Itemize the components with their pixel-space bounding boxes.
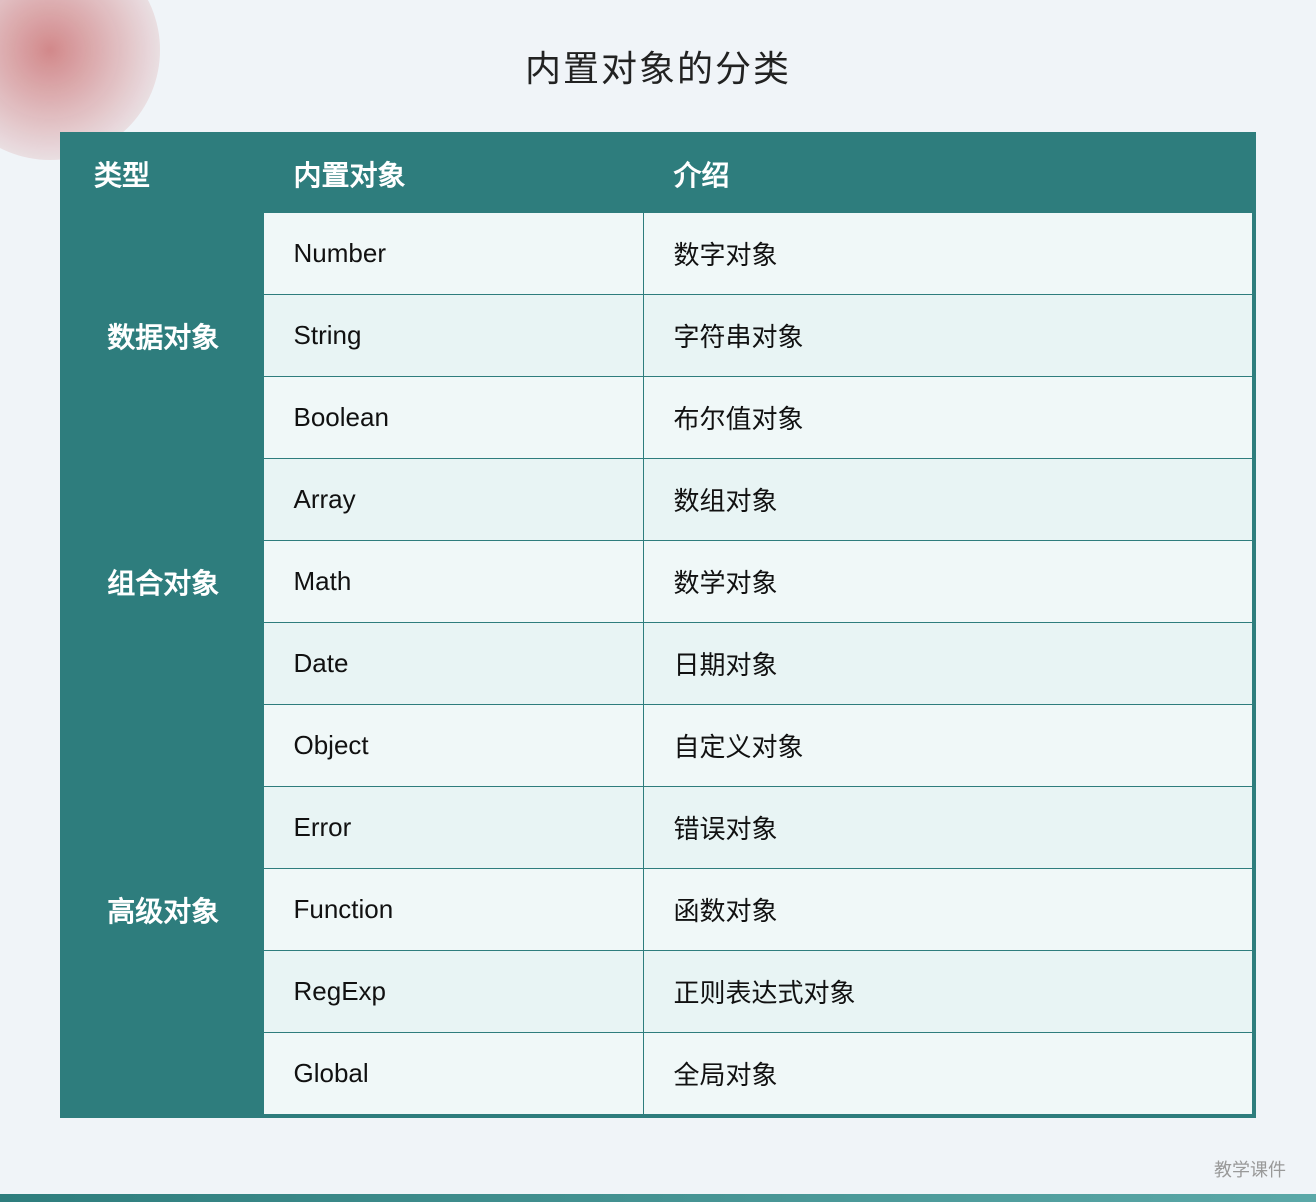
classification-table: 类型 内置对象 介绍 数据对象Number数字对象String字符串对象Bool… <box>62 134 1254 1116</box>
table-row: 高级对象Object自定义对象 <box>63 705 1253 787</box>
description-cell: 全局对象 <box>643 1033 1253 1116</box>
object-name-cell: Error <box>263 787 643 869</box>
object-name-cell: RegExp <box>263 951 643 1033</box>
header-desc: 介绍 <box>643 135 1253 213</box>
main-table-wrapper: 类型 内置对象 介绍 数据对象Number数字对象String字符串对象Bool… <box>60 132 1256 1118</box>
description-cell: 自定义对象 <box>643 705 1253 787</box>
header-object: 内置对象 <box>263 135 643 213</box>
description-cell: 函数对象 <box>643 869 1253 951</box>
object-name-cell: Date <box>263 623 643 705</box>
object-name-cell: Function <box>263 869 643 951</box>
description-cell: 正则表达式对象 <box>643 951 1253 1033</box>
object-name-cell: Global <box>263 1033 643 1116</box>
description-cell: 数字对象 <box>643 213 1253 295</box>
category-cell-2: 高级对象 <box>63 705 263 1116</box>
table-header: 类型 内置对象 介绍 <box>63 135 1253 213</box>
description-cell: 错误对象 <box>643 787 1253 869</box>
table-row: 数据对象Number数字对象 <box>63 213 1253 295</box>
object-name-cell: Object <box>263 705 643 787</box>
header-type: 类型 <box>63 135 263 213</box>
category-cell-1: 组合对象 <box>63 459 263 705</box>
description-cell: 字符串对象 <box>643 295 1253 377</box>
object-name-cell: Math <box>263 541 643 623</box>
table-body: 数据对象Number数字对象String字符串对象Boolean布尔值对象组合对… <box>63 213 1253 1116</box>
object-name-cell: String <box>263 295 643 377</box>
page-title: 内置对象的分类 <box>525 40 791 92</box>
watermark: 教学课件 <box>1214 1156 1286 1182</box>
description-cell: 日期对象 <box>643 623 1253 705</box>
object-name-cell: Boolean <box>263 377 643 459</box>
description-cell: 布尔值对象 <box>643 377 1253 459</box>
category-cell-0: 数据对象 <box>63 213 263 459</box>
table-row: 组合对象Array数组对象 <box>63 459 1253 541</box>
description-cell: 数组对象 <box>643 459 1253 541</box>
object-name-cell: Array <box>263 459 643 541</box>
object-name-cell: Number <box>263 213 643 295</box>
description-cell: 数学对象 <box>643 541 1253 623</box>
